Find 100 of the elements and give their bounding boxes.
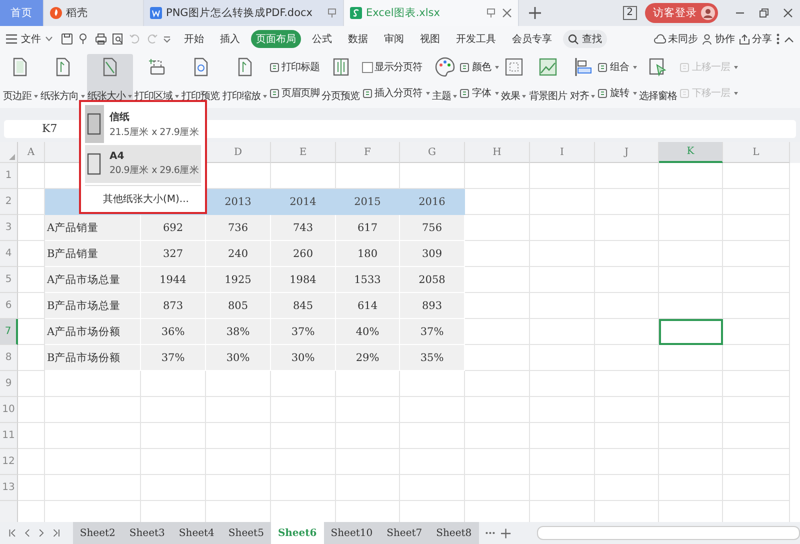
- collapse-icon[interactable]: [784, 36, 794, 42]
- ribbon-tab[interactable]: 开发工具: [451, 30, 501, 48]
- ribbon-tab[interactable]: 插入: [215, 30, 245, 48]
- toolbar-action[interactable]: 分享: [739, 32, 772, 46]
- chevron-down-icon[interactable]: [45, 36, 53, 42]
- ribbon-button[interactable]: 打印预览: [180, 54, 220, 106]
- ribbon-tab[interactable]: 审阅: [379, 30, 409, 48]
- save-icon[interactable]: [61, 33, 73, 45]
- add-sheet-icon[interactable]: [501, 528, 511, 538]
- file-menu[interactable]: 文件: [21, 32, 41, 46]
- print-icon[interactable]: [95, 33, 107, 45]
- new-tab-icon[interactable]: [529, 7, 541, 19]
- ribbon-button[interactable]: 组合: [597, 60, 637, 74]
- more-sheets-icon[interactable]: [484, 531, 496, 535]
- grid-cell: [659, 293, 723, 319]
- column-header[interactable]: G: [400, 142, 465, 163]
- ribbon-button[interactable]: 页边距: [2, 54, 38, 106]
- table-cell: 30%: [271, 345, 336, 371]
- checkbox[interactable]: 显示分页符: [362, 60, 430, 74]
- column-header[interactable]: A: [18, 142, 45, 163]
- ribbon-button[interactable]: 背景图片: [528, 54, 568, 106]
- next-sheet-icon[interactable]: [37, 528, 46, 538]
- sheet-tab[interactable]: Sheet10: [324, 522, 380, 544]
- login-button[interactable]: 访客登录: [645, 3, 718, 23]
- grid-cell: [595, 293, 659, 319]
- close-icon[interactable]: [502, 8, 512, 18]
- toolbar-action[interactable]: 协作: [702, 32, 735, 46]
- grid-cell: [400, 475, 465, 501]
- ribbon-tab[interactable]: 会员专享: [507, 30, 557, 48]
- table-cell: 30%: [206, 345, 271, 371]
- ribbon-button[interactable]: 旋转: [597, 86, 637, 100]
- sheet-tab[interactable]: Sheet7: [380, 522, 430, 544]
- grid-cell: [400, 397, 465, 423]
- grid-cell: [18, 423, 45, 449]
- chevron-down-icon[interactable]: [163, 35, 171, 43]
- previous-sheet-icon[interactable]: [22, 528, 32, 538]
- ribbon-button[interactable]: 分页预览: [320, 54, 360, 106]
- toolbar-action[interactable]: 未同步: [654, 32, 698, 46]
- first-sheet-icon[interactable]: [8, 528, 17, 538]
- grid-cell: [723, 449, 790, 475]
- table-cell: 1925: [206, 267, 271, 293]
- table-cell: 240: [206, 241, 271, 267]
- last-sheet-icon[interactable]: [52, 528, 61, 538]
- more-icon[interactable]: [776, 33, 780, 45]
- caret-icon: [591, 94, 595, 98]
- ribbon-button[interactable]: 打印缩放: [222, 54, 268, 106]
- sheet-tab[interactable]: Sheet6: [270, 522, 324, 544]
- ribbon-button[interactable]: 效果: [500, 54, 527, 106]
- ribbon-tab[interactable]: 公式: [307, 30, 337, 48]
- ribbon-tab[interactable]: 开始: [179, 30, 209, 48]
- ribbon-tab[interactable]: 数据: [343, 30, 373, 48]
- spreadsheet-icon: [350, 7, 362, 19]
- close-icon[interactable]: [783, 8, 793, 18]
- ribbon-button[interactable]: 打印标题: [268, 60, 320, 74]
- sheet-tab[interactable]: Sheet4: [172, 522, 222, 544]
- ribbon-tab[interactable]: 视图: [415, 30, 445, 48]
- ribbon-button[interactable]: 字体: [459, 86, 499, 100]
- grid-cell: [465, 163, 530, 189]
- align-left-icon: [572, 57, 592, 77]
- column-header[interactable]: H: [465, 142, 530, 163]
- grid-cell: [141, 423, 206, 449]
- sheet-tab[interactable]: Sheet3: [122, 522, 172, 544]
- ribbon-button[interactable]: 颜色: [459, 60, 499, 74]
- search-button[interactable]: 查找: [563, 30, 607, 48]
- column-header[interactable]: L: [723, 142, 790, 163]
- print-preview-icon[interactable]: [112, 33, 124, 45]
- grid-cell: [206, 397, 271, 423]
- ribbon-button[interactable]: 对齐: [569, 54, 596, 106]
- column-header[interactable]: F: [336, 142, 400, 163]
- grid-cell: [530, 449, 595, 475]
- column-header[interactable]: E: [271, 142, 336, 163]
- ribbon-button[interactable]: 主题: [431, 54, 458, 106]
- window-tab[interactable]: PNG图片怎么转换成PDF.docx: [144, 0, 344, 26]
- more-paper-sizes[interactable]: 其他纸张大小(M)...: [85, 185, 201, 212]
- grid-cell: [659, 163, 723, 189]
- notification-count[interactable]: 2: [622, 6, 637, 20]
- ribbon-button[interactable]: 页眉页脚: [268, 86, 320, 100]
- caret-icon: [262, 94, 266, 98]
- grid-cell: [465, 215, 530, 241]
- ribbon-button[interactable]: 选择窗格: [638, 54, 678, 106]
- grid-cell: [271, 449, 336, 475]
- grid-cell: [595, 267, 659, 293]
- paper-size-option[interactable]: A4 20.9厘米 x 29.6厘米: [85, 145, 201, 183]
- table-cell: 2058: [400, 267, 465, 293]
- horizontal-scrollbar[interactable]: [536, 526, 800, 540]
- grid-cell: [659, 397, 723, 423]
- sheet-tab[interactable]: Sheet8: [429, 522, 479, 544]
- ribbon-button[interactable]: 插入分页符: [362, 86, 430, 100]
- ribbon-tab[interactable]: 页面布局: [251, 30, 301, 48]
- sheet-tab[interactable]: Sheet2: [72, 522, 122, 544]
- restore-icon[interactable]: [759, 8, 769, 18]
- grid-cell: [465, 449, 530, 475]
- pin-icon[interactable]: [486, 8, 496, 18]
- sheet-tab[interactable]: Sheet5: [221, 522, 271, 544]
- grid-cell: [595, 345, 659, 371]
- column-header[interactable]: I: [530, 142, 595, 163]
- pin-icon[interactable]: [327, 8, 337, 18]
- grid-cell: [530, 371, 595, 397]
- table-cell: 736: [206, 215, 271, 241]
- menu-icon[interactable]: [6, 34, 17, 44]
